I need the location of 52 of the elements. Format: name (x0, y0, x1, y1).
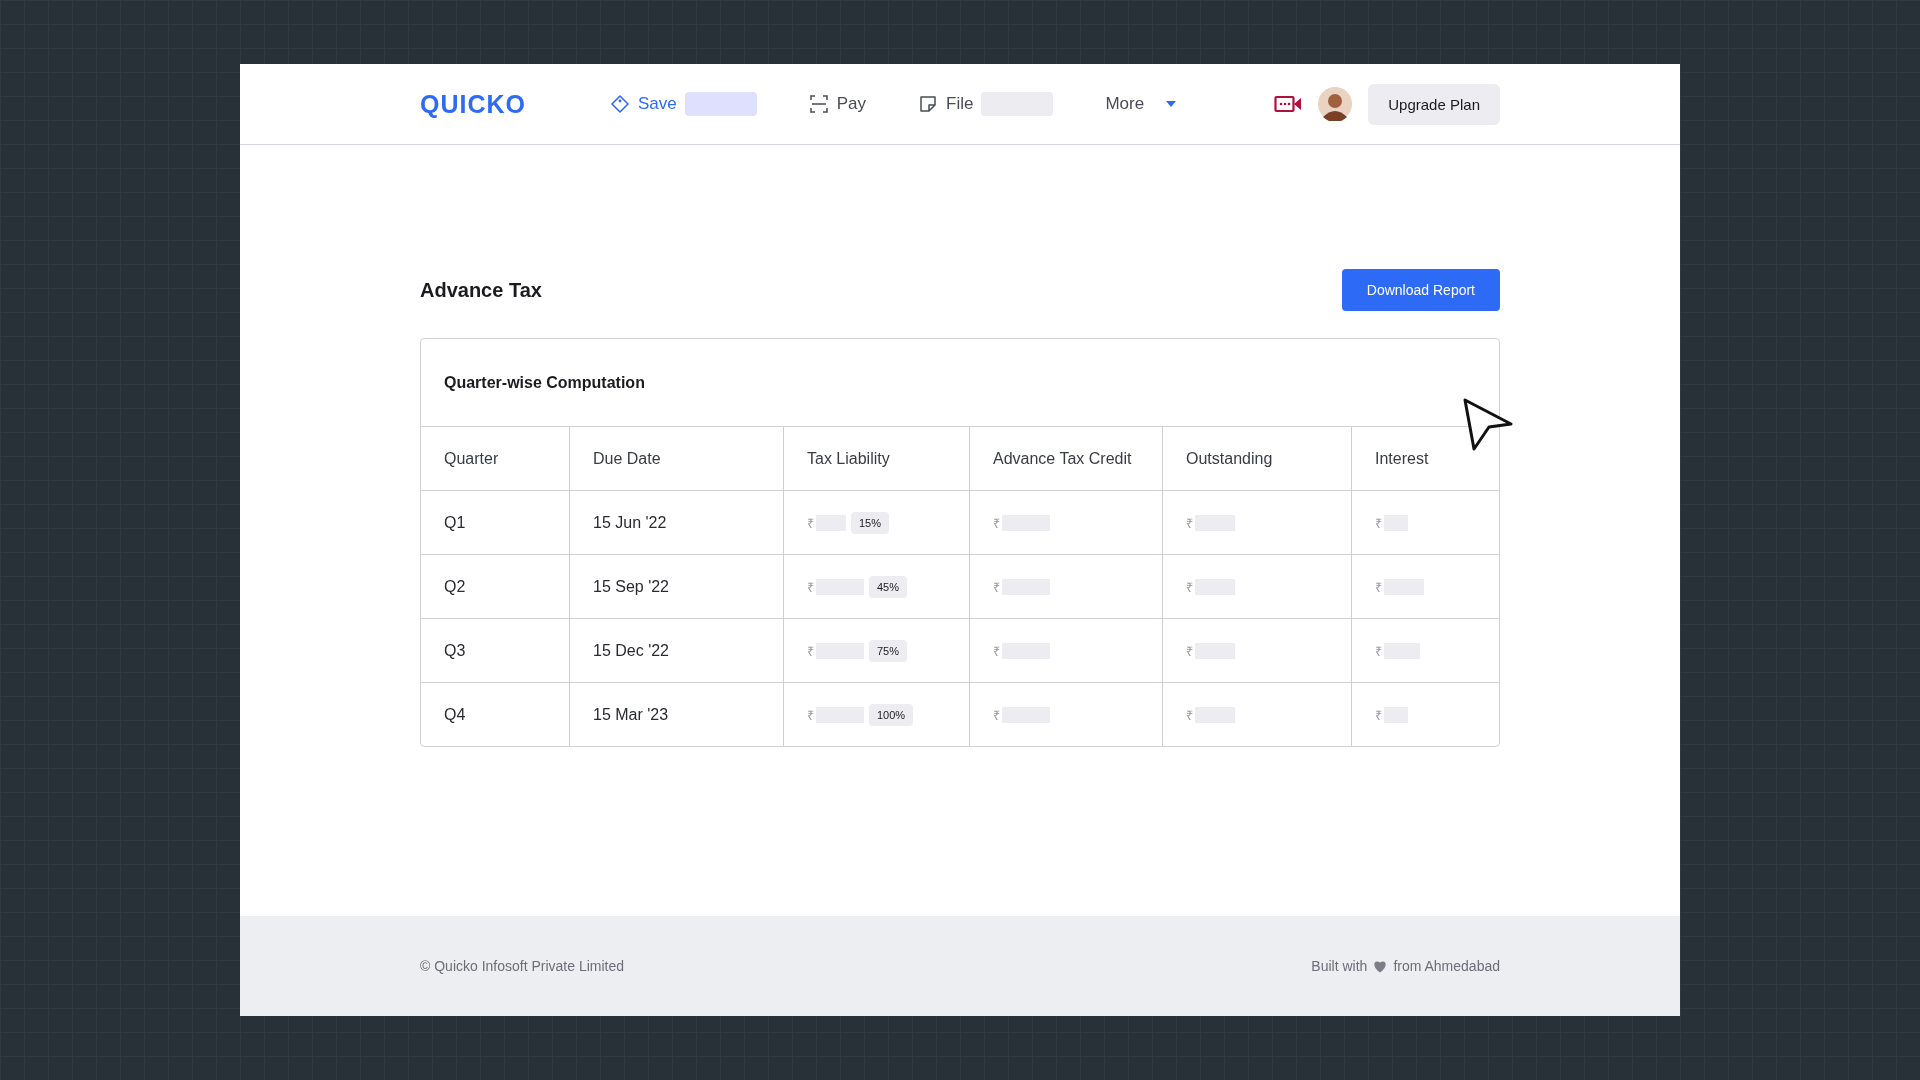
rupee-sign: ₹ (1375, 706, 1382, 724)
logo[interactable]: QUICKO (420, 89, 610, 119)
rupee-sign: ₹ (993, 706, 1000, 724)
column-header: Outstanding (1163, 427, 1352, 491)
rupee-sign: ₹ (807, 706, 814, 724)
tag-icon (610, 94, 630, 114)
note-icon (918, 94, 939, 114)
nav-link[interactable]: File (918, 90, 974, 118)
cursor-icon (1462, 397, 1514, 453)
copyright-text: © Quicko Infosoft Private Limited (420, 958, 625, 974)
table-cell: Q3 (421, 619, 570, 683)
percent-badge: 45% (869, 575, 908, 598)
rupee-sign: ₹ (993, 578, 1000, 596)
table-cell: Q4 (421, 683, 570, 746)
download-button[interactable]: Download Report (1341, 269, 1500, 311)
rupee-sign: ₹ (1186, 642, 1193, 660)
rupee-sign: ₹ (807, 578, 814, 596)
percent-badge: 15% (851, 511, 890, 534)
column-header: Due Date (570, 427, 784, 491)
nav-link[interactable]: Save (610, 90, 677, 118)
rupee-sign: ₹ (807, 514, 814, 532)
nav-link[interactable]: More (1105, 90, 1177, 118)
video-icon[interactable] (1274, 94, 1303, 114)
column-header: Tax Liability (784, 427, 970, 491)
table-cell: Q1 (421, 491, 570, 555)
page-title: Advance Tax (420, 278, 542, 302)
table-cell: 15 Jun '22 (570, 491, 784, 555)
caret-icon (1166, 101, 1177, 107)
rupee-sign: ₹ (1186, 706, 1193, 724)
percent-badge: 75% (869, 639, 908, 662)
percent-badge: 100% (869, 703, 914, 726)
nav-link[interactable]: Pay (808, 90, 867, 118)
rupee-sign: ₹ (1375, 578, 1382, 596)
rupee-sign: ₹ (807, 642, 814, 660)
table-cell: 15 Sep '22 (570, 555, 784, 619)
scan-icon (808, 94, 829, 114)
location-text: from Ahmedabad (1393, 958, 1500, 974)
rupee-sign: ₹ (1186, 514, 1193, 532)
rupee-sign: ₹ (993, 514, 1000, 532)
table-cell: Q2 (421, 555, 570, 619)
column-header: Quarter (421, 427, 570, 491)
table-cell: 15 Dec '22 (570, 619, 784, 683)
rupee-sign: ₹ (1186, 578, 1193, 596)
avatar[interactable] (1318, 87, 1353, 121)
heart-icon (1373, 959, 1388, 973)
upgrade-button[interactable]: Upgrade Plan (1368, 83, 1500, 125)
rupee-sign: ₹ (1375, 642, 1382, 660)
rupee-sign: ₹ (993, 642, 1000, 660)
column-header: Advance Tax Credit (970, 427, 1163, 491)
built-with-text: Built with (1311, 958, 1368, 974)
rupee-sign: ₹ (1375, 514, 1382, 532)
table-cell: 15 Mar '23 (570, 683, 784, 746)
